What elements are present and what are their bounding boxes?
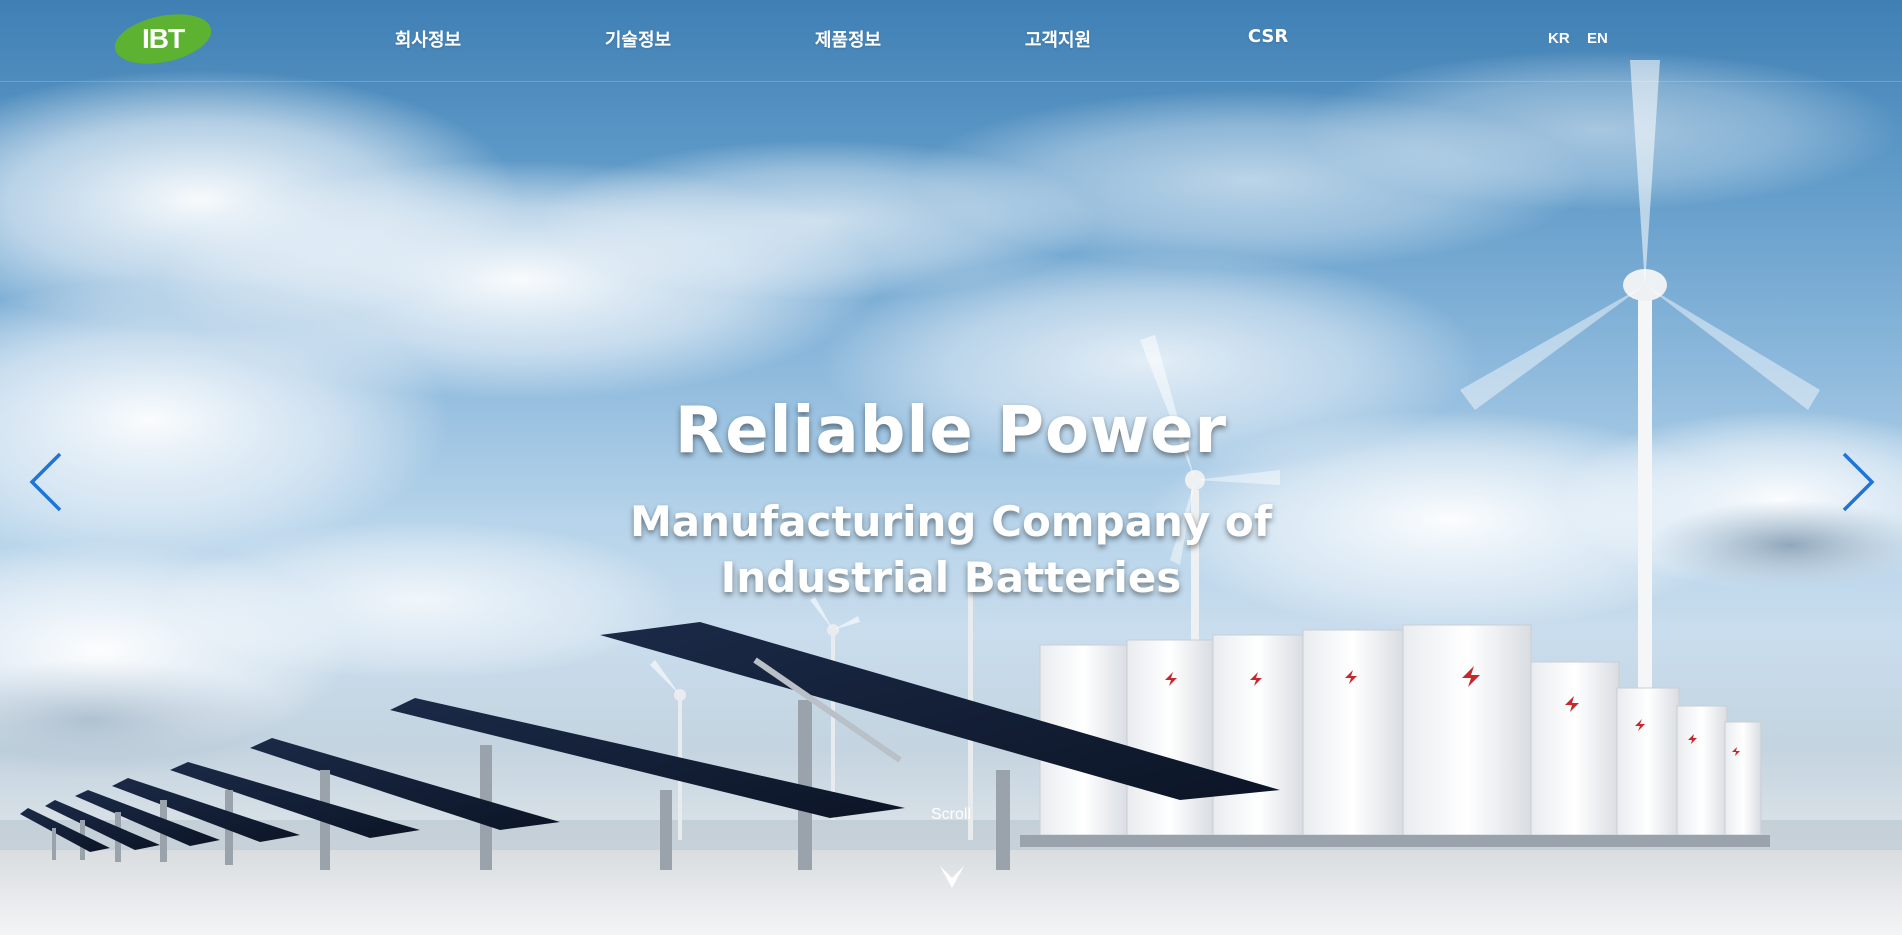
slider-prev-button[interactable]	[28, 450, 68, 514]
hero-subheadline-line1: Manufacturing Company of	[630, 497, 1272, 546]
chevron-right-icon	[1842, 452, 1875, 512]
nav-csr[interactable]: CSR	[1208, 26, 1328, 47]
nav-product-info[interactable]: 제품정보	[788, 26, 908, 52]
hero-subheadline: Manufacturing Company of Industrial Batt…	[0, 494, 1902, 606]
slider-next-button[interactable]	[1836, 450, 1876, 514]
hero-subheadline-line2: Industrial Batteries	[720, 553, 1182, 602]
logo-text: IBT	[141, 23, 185, 54]
nav-technology-info[interactable]: 기술정보	[578, 26, 698, 52]
site-header: IBT 회사정보 기술정보 제품정보 고객지원 CSR KR EN	[0, 0, 1902, 82]
chevron-down-icon	[940, 866, 964, 888]
lang-kr[interactable]: KR	[1548, 30, 1570, 47]
scroll-label[interactable]: Scroll	[0, 806, 1902, 824]
lang-en[interactable]: EN	[1587, 30, 1608, 47]
nav-company-info[interactable]: 회사정보	[368, 26, 488, 52]
nav-customer-support[interactable]: 고객지원	[998, 26, 1118, 52]
logo[interactable]: IBT	[113, 14, 213, 64]
hero-headline: Reliable Power	[674, 394, 1228, 468]
chevron-left-icon	[29, 452, 62, 512]
scroll-button[interactable]	[938, 862, 966, 890]
